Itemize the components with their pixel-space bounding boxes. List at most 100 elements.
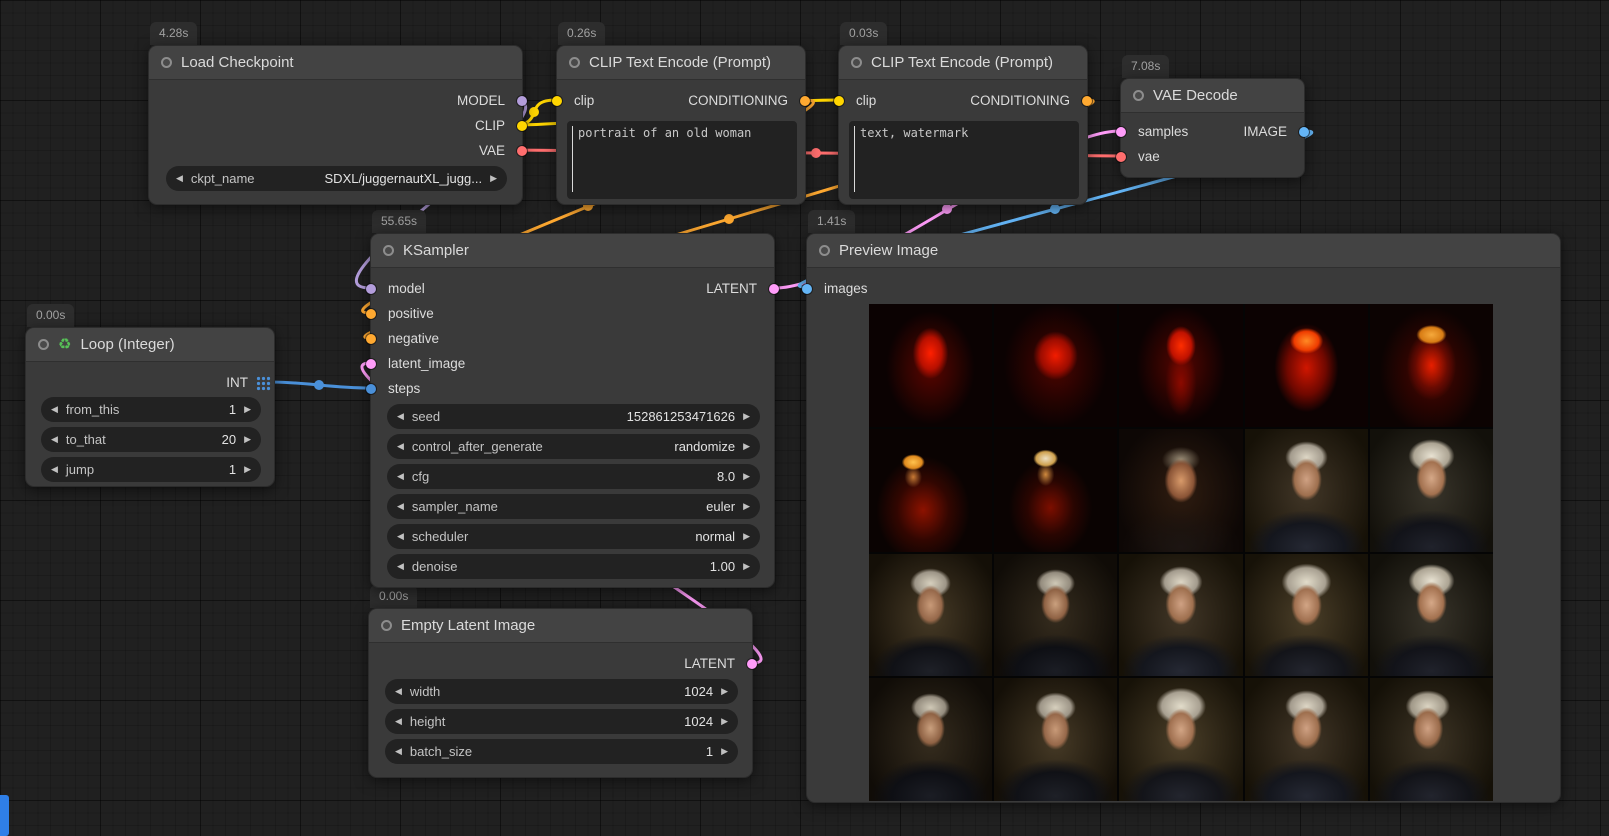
batch-size-widget[interactable]: ◀ batch_size 1 ▶ — [385, 739, 738, 764]
height-widget[interactable]: ◀ height 1024 ▶ — [385, 709, 738, 734]
widget-value: 1024 — [453, 714, 713, 729]
collapse-dot[interactable] — [819, 245, 830, 256]
collapse-dot[interactable] — [383, 245, 394, 256]
widget-right-arrow[interactable]: ▶ — [743, 472, 750, 481]
collapse-dot[interactable] — [569, 57, 580, 68]
node-loop-integer[interactable]: ♻ Loop (Integer) INT ◀ from_this 1 ▶ ◀ t… — [25, 327, 275, 487]
widget-right-arrow[interactable]: ▶ — [721, 687, 728, 696]
widget-name: denoise — [412, 559, 458, 574]
input-port-images[interactable] — [802, 284, 812, 294]
offscreen-node-fragment[interactable] — [0, 795, 9, 836]
collapse-dot[interactable] — [1133, 90, 1144, 101]
widget-right-arrow[interactable]: ▶ — [743, 532, 750, 541]
widget-right-arrow[interactable]: ▶ — [721, 747, 728, 756]
widget-left-arrow[interactable]: ◀ — [397, 472, 404, 481]
control-after-generate-widget[interactable]: ◀ control_after_generate randomize ▶ — [387, 434, 760, 459]
sampler-name-widget[interactable]: ◀ sampler_name euler ▶ — [387, 494, 760, 519]
input-port-steps[interactable] — [366, 384, 376, 394]
widget-right-arrow[interactable]: ▶ — [244, 435, 251, 444]
input-slot-images: images — [807, 279, 868, 299]
node-load-checkpoint[interactable]: Load Checkpoint MODEL CLIP VAE ◀ ckpt_na… — [148, 45, 523, 205]
cfg-widget[interactable]: ◀ cfg 8.0 ▶ — [387, 464, 760, 489]
node-ksampler[interactable]: KSampler model positive negative latent_… — [370, 233, 775, 588]
widget-left-arrow[interactable]: ◀ — [397, 442, 404, 451]
input-port-model[interactable] — [366, 284, 376, 294]
node-title-bar[interactable]: CLIP Text Encode (Prompt) — [839, 46, 1087, 80]
input-port-negative[interactable] — [366, 334, 376, 344]
node-title-bar[interactable]: KSampler — [371, 234, 774, 268]
widget-left-arrow[interactable]: ◀ — [51, 465, 58, 474]
width-widget[interactable]: ◀ width 1024 ▶ — [385, 679, 738, 704]
output-port-latent[interactable] — [747, 659, 757, 669]
node-title-bar[interactable]: Empty Latent Image — [369, 609, 752, 643]
widget-left-arrow[interactable]: ◀ — [176, 174, 183, 183]
output-port-image[interactable] — [1299, 127, 1309, 137]
widget-right-arrow[interactable]: ▶ — [743, 502, 750, 511]
input-port-clip[interactable] — [834, 96, 844, 106]
collapse-dot[interactable] — [381, 620, 392, 631]
widget-left-arrow[interactable]: ◀ — [395, 717, 402, 726]
input-port-clip[interactable] — [552, 96, 562, 106]
node-vae-decode[interactable]: VAE Decode samples vae IMAGE — [1120, 78, 1305, 178]
output-port-model[interactable] — [517, 96, 527, 106]
node-title-bar[interactable]: CLIP Text Encode (Prompt) — [557, 46, 805, 80]
output-slot-image: IMAGE — [1243, 122, 1304, 142]
widget-right-arrow[interactable]: ▶ — [244, 465, 251, 474]
widget-right-arrow[interactable]: ▶ — [721, 717, 728, 726]
widget-value: normal — [476, 529, 735, 544]
to-that-widget[interactable]: ◀ to_that 20 ▶ — [41, 427, 261, 452]
collapse-dot[interactable] — [161, 57, 172, 68]
int-grid-icon[interactable] — [256, 376, 271, 391]
link-midpoint-dot — [724, 214, 734, 224]
port-label: clip — [574, 93, 594, 108]
output-port-latent[interactable] — [769, 284, 779, 294]
timing-badge: 55.65s — [372, 210, 426, 233]
widget-left-arrow[interactable]: ◀ — [397, 532, 404, 541]
node-title-bar[interactable]: Preview Image — [807, 234, 1560, 268]
output-port-conditioning[interactable] — [1082, 96, 1092, 106]
output-port-conditioning[interactable] — [800, 96, 810, 106]
link-midpoint-dot — [942, 204, 952, 214]
link-midpoint-dot — [1050, 204, 1060, 214]
widget-left-arrow[interactable]: ◀ — [51, 435, 58, 444]
node-title-bar[interactable]: VAE Decode — [1121, 79, 1304, 113]
output-port-vae[interactable] — [517, 146, 527, 156]
input-port-positive[interactable] — [366, 309, 376, 319]
input-port-samples[interactable] — [1116, 127, 1126, 137]
node-clip-text-encode-negative[interactable]: CLIP Text Encode (Prompt) clip CONDITION… — [838, 45, 1088, 205]
input-port-latent-image[interactable] — [366, 359, 376, 369]
denoise-widget[interactable]: ◀ denoise 1.00 ▶ — [387, 554, 760, 579]
node-clip-text-encode-positive[interactable]: CLIP Text Encode (Prompt) clip CONDITION… — [556, 45, 806, 205]
ckpt-name-widget[interactable]: ◀ ckpt_name SDXL/juggernautXL_jugg... ▶ — [166, 166, 507, 191]
widget-name: seed — [412, 409, 440, 424]
input-port-vae[interactable] — [1116, 152, 1126, 162]
seed-widget[interactable]: ◀ seed 152861253471626 ▶ — [387, 404, 760, 429]
prompt-textarea[interactable]: portrait of an old woman — [567, 121, 797, 199]
widget-right-arrow[interactable]: ▶ — [490, 174, 497, 183]
output-port-clip[interactable] — [517, 121, 527, 131]
scheduler-widget[interactable]: ◀ scheduler normal ▶ — [387, 524, 760, 549]
widget-left-arrow[interactable]: ◀ — [397, 412, 404, 421]
widget-left-arrow[interactable]: ◀ — [397, 562, 404, 571]
node-title-bar[interactable]: ♻ Loop (Integer) — [26, 328, 274, 362]
collapse-dot[interactable] — [38, 339, 49, 350]
widget-right-arrow[interactable]: ▶ — [743, 442, 750, 451]
widget-right-arrow[interactable]: ▶ — [743, 562, 750, 571]
widget-right-arrow[interactable]: ▶ — [244, 405, 251, 414]
timing-badge: 7.08s — [1122, 55, 1169, 78]
widget-left-arrow[interactable]: ◀ — [395, 687, 402, 696]
widget-left-arrow[interactable]: ◀ — [51, 405, 58, 414]
node-preview-image[interactable]: Preview Image images — [806, 233, 1561, 803]
node-empty-latent-image[interactable]: Empty Latent Image LATENT ◀ width 1024 ▶… — [368, 608, 753, 778]
node-graph-canvas[interactable]: 4.28s 0.26s 0.03s 7.08s 55.65s 0.00s 1.4… — [0, 0, 1609, 836]
widget-right-arrow[interactable]: ▶ — [743, 412, 750, 421]
prompt-textarea[interactable]: text, watermark — [849, 121, 1079, 199]
widget-value: 1024 — [448, 684, 713, 699]
widget-left-arrow[interactable]: ◀ — [395, 747, 402, 756]
from-this-widget[interactable]: ◀ from_this 1 ▶ — [41, 397, 261, 422]
node-title-bar[interactable]: Load Checkpoint — [149, 46, 522, 80]
collapse-dot[interactable] — [851, 57, 862, 68]
widget-left-arrow[interactable]: ◀ — [397, 502, 404, 511]
widget-name: sampler_name — [412, 499, 498, 514]
jump-widget[interactable]: ◀ jump 1 ▶ — [41, 457, 261, 482]
